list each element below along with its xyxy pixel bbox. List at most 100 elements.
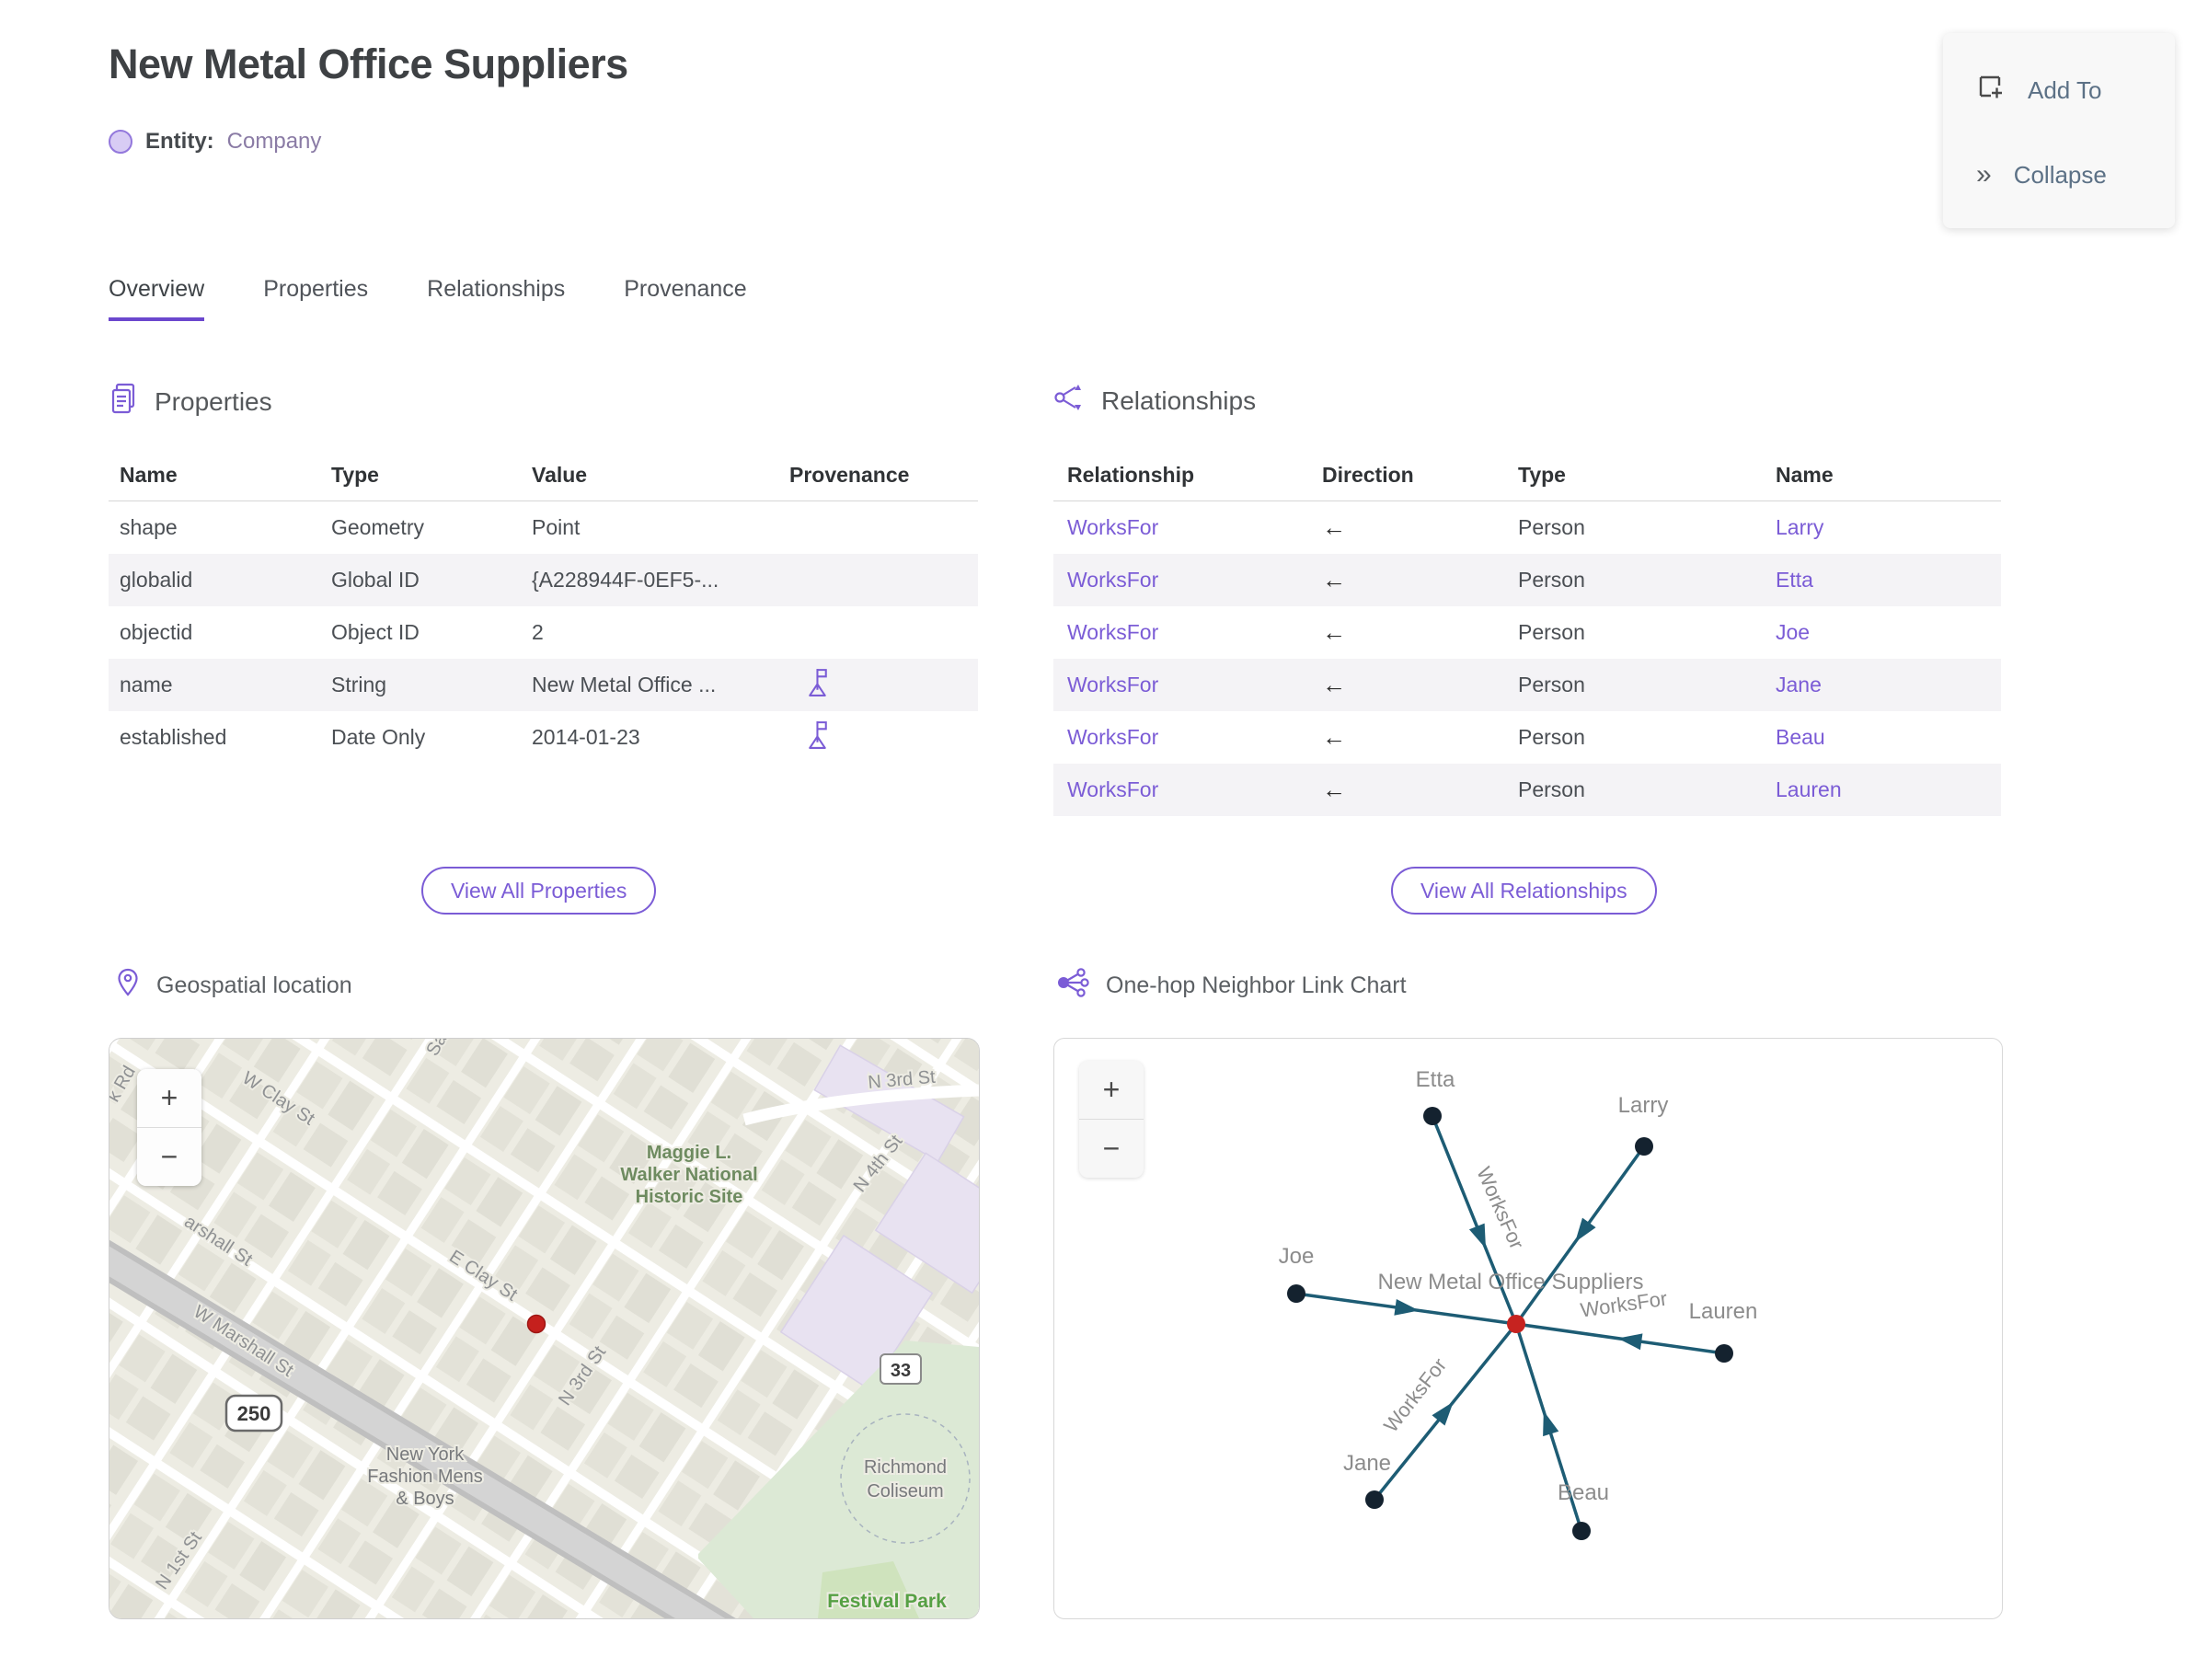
geospatial-map: W Clay St arshall St W Marshall St E Cla… <box>109 1038 980 1619</box>
col-relationship: Relationship <box>1067 462 1195 487</box>
entity-link[interactable]: Etta <box>1762 568 2001 593</box>
entity-type-value: Company <box>226 129 322 154</box>
entity-label: Entity: <box>145 129 214 154</box>
actions-panel: Add To » Collapse <box>1943 33 2175 228</box>
relationships-table: Relationship Direction Type Name WorksFo… <box>1053 449 2001 816</box>
table-row: WorksFor ← Person Lauren <box>1053 764 2001 816</box>
entity-link[interactable]: Lauren <box>1762 777 2001 802</box>
poi-label: Historic Site <box>636 1187 743 1207</box>
route-shield-33: 33 <box>880 1353 922 1385</box>
direction-arrow: ← <box>1322 513 1346 541</box>
svg-text:250: 250 <box>237 1402 271 1425</box>
provenance-flag-icon[interactable] <box>778 719 978 755</box>
properties-table-header: Name Type Value Provenance <box>109 449 978 501</box>
entity-type-badge <box>109 130 132 154</box>
table-row: globalid Global ID {A228944F-0EF5-... <box>109 554 978 606</box>
relationship-link[interactable]: WorksFor <box>1053 568 1308 593</box>
map-canvas[interactable]: W Clay St arshall St W Marshall St E Cla… <box>109 1039 979 1618</box>
poi-label: Walker National <box>620 1165 757 1185</box>
direction-arrow: ← <box>1322 618 1346 646</box>
entity-row: Entity: Company <box>109 129 321 155</box>
collapse-icon: » <box>1976 159 1992 190</box>
poi-label: & Boys <box>396 1489 454 1509</box>
svg-text:Jane: Jane <box>1343 1451 1391 1476</box>
zoom-in-button[interactable]: + <box>1079 1061 1144 1119</box>
link-chart-section-title: One-hop Neighbor Link Chart <box>1106 972 1407 998</box>
provenance-flag-icon[interactable] <box>778 667 978 703</box>
col-name: Name <box>120 462 178 487</box>
zoom-out-button[interactable]: − <box>1079 1119 1144 1178</box>
zoom-out-button[interactable]: − <box>137 1127 201 1186</box>
direction-arrow: ← <box>1322 723 1346 751</box>
map-zoom-control: + − <box>137 1069 201 1186</box>
col-type: Type <box>331 462 379 487</box>
poi-label: New York <box>386 1444 465 1465</box>
relationship-link[interactable]: WorksFor <box>1053 673 1308 697</box>
direction-arrow: ← <box>1322 776 1346 803</box>
col-provenance: Provenance <box>789 462 910 487</box>
svg-text:33: 33 <box>891 1361 911 1381</box>
relationships-icon <box>1053 382 1087 420</box>
poi-label: Festival Park <box>827 1591 947 1612</box>
svg-text:Joe: Joe <box>1279 1244 1315 1269</box>
table-row: WorksFor ← Person Jane <box>1053 659 2001 711</box>
link-chart-icon <box>1056 968 1089 1004</box>
table-row: WorksFor ← Person Etta <box>1053 554 2001 606</box>
tab-relationships[interactable]: Relationships <box>427 276 565 321</box>
svg-text:New Metal Office Suppliers: New Metal Office Suppliers <box>1377 1270 1643 1295</box>
relationships-section-header: Relationships <box>1053 382 1256 420</box>
relationship-link[interactable]: WorksFor <box>1053 777 1308 802</box>
geospatial-section-header: Geospatial location <box>116 968 352 1004</box>
entity-link[interactable]: Larry <box>1762 515 2001 540</box>
table-row: shape Geometry Point <box>120 515 581 539</box>
col-value: Value <box>532 462 588 487</box>
properties-table: Name Type Value Provenance shape Geometr… <box>109 449 978 764</box>
entity-link[interactable]: Beau <box>1762 725 2001 750</box>
col-type: Type <box>1518 462 1566 487</box>
tab-overview[interactable]: Overview <box>109 276 205 321</box>
route-shield-250: 250 <box>224 1394 283 1433</box>
chart-zoom-control: + − <box>1079 1061 1144 1178</box>
collapse-button[interactable]: » Collapse <box>1943 161 2175 190</box>
relationships-table-header: Relationship Direction Type Name <box>1053 449 2001 501</box>
table-row: objectid Object ID 2 <box>120 620 544 644</box>
poi-label: Coliseum <box>867 1481 943 1502</box>
tab-bar: Overview Properties Relationships Proven… <box>109 276 747 321</box>
svg-text:Etta: Etta <box>1416 1067 1455 1092</box>
direction-arrow: ← <box>1322 671 1346 698</box>
entity-link[interactable]: Joe <box>1762 620 2001 645</box>
properties-section-title: Properties <box>155 386 272 416</box>
svg-text:Larry: Larry <box>1618 1093 1669 1118</box>
svg-text:Beau: Beau <box>1558 1480 1609 1505</box>
col-direction: Direction <box>1322 462 1414 487</box>
relationship-link[interactable]: WorksFor <box>1053 620 1308 645</box>
link-chart-section-header: One-hop Neighbor Link Chart <box>1056 968 1407 1004</box>
relationships-section-title: Relationships <box>1101 385 1257 415</box>
svg-text:WorksFor: WorksFor <box>1379 1353 1451 1436</box>
table-row: established Date Only 2014-01-23 <box>109 711 978 764</box>
table-row: WorksFor ← Person Larry <box>1053 501 2001 554</box>
view-all-relationships-button[interactable]: View All Relationships <box>1391 867 1657 915</box>
collapse-label: Collapse <box>2013 160 2107 189</box>
map-pin-icon <box>116 968 140 1004</box>
col-name: Name <box>1776 462 1834 487</box>
link-chart-canvas[interactable]: WorksForWorksForWorksForEttaLarryJoeLaur… <box>1054 1039 2002 1618</box>
relationship-link[interactable]: WorksFor <box>1053 725 1308 750</box>
add-to-icon <box>1976 73 2006 109</box>
add-to-button[interactable]: Add To <box>1943 73 2175 109</box>
properties-icon <box>109 382 140 421</box>
table-row: name String New Metal Office ... <box>109 659 978 711</box>
tab-properties[interactable]: Properties <box>263 276 368 321</box>
view-all-properties-button[interactable]: View All Properties <box>421 867 657 915</box>
map-point-marker[interactable] <box>526 1314 546 1334</box>
entity-link[interactable]: Jane <box>1762 673 2001 697</box>
link-chart: WorksFor WorksFor WorksFor Etta Larry Joe Laur… <box>1053 1038 2003 1619</box>
geospatial-section-title: Geospatial location <box>156 972 352 998</box>
svg-text:Lauren: Lauren <box>1689 1299 1758 1324</box>
table-row: WorksFor ← Person Beau <box>1053 711 2001 764</box>
zoom-in-button[interactable]: + <box>137 1069 201 1127</box>
tab-provenance[interactable]: Provenance <box>624 276 746 321</box>
relationship-link[interactable]: WorksFor <box>1053 515 1308 540</box>
poi-label: Fashion Mens <box>367 1467 483 1487</box>
page-title: New Metal Office Suppliers <box>109 40 628 87</box>
